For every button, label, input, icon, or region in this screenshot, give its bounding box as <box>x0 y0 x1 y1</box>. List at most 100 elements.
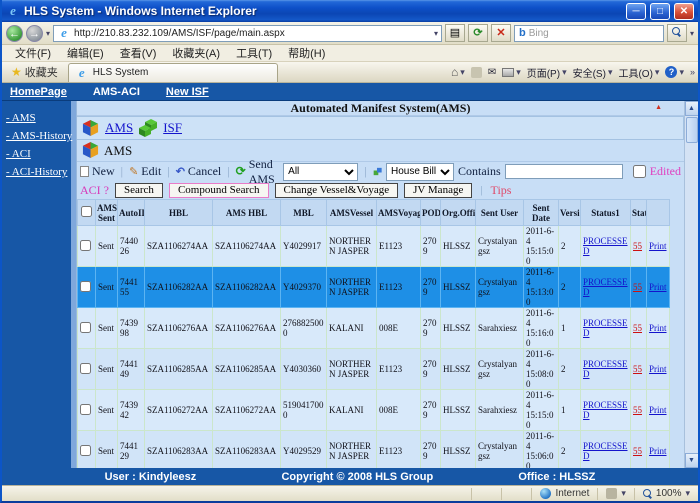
print-link[interactable]: Print <box>649 405 667 415</box>
row-checkbox[interactable] <box>80 363 91 374</box>
table-row[interactable]: Sent744026SZA1106274AASZA1106274AAY40299… <box>78 226 670 267</box>
nav-item-new-isf[interactable]: New ISF <box>166 86 209 98</box>
zoom-control[interactable]: 100% ▾ <box>634 488 698 500</box>
sidebar-item--ams-history[interactable]: - AMS-History <box>2 127 71 145</box>
status2-link[interactable]: 55 <box>633 323 642 333</box>
row-checkbox[interactable] <box>80 322 91 333</box>
tools-menu-button[interactable]: 工具(O)▾ <box>618 65 659 80</box>
sidebar-item--ams[interactable]: - AMS <box>2 109 71 127</box>
sidebar-item--aci[interactable]: - ACI <box>2 145 71 163</box>
row-checkbox[interactable] <box>80 240 91 251</box>
menu-item[interactable]: 工具(T) <box>229 44 279 62</box>
mail-button[interactable]: ✉ <box>488 67 496 78</box>
row-checkbox[interactable] <box>80 445 91 456</box>
menu-item[interactable]: 查看(V) <box>113 44 164 62</box>
change-vessel-button[interactable]: Change Vessel&Voyage <box>275 183 399 198</box>
table-row[interactable]: Sent743998SZA1106276AASZA1106276AA276882… <box>78 308 670 349</box>
menu-item[interactable]: 编辑(E) <box>60 44 111 62</box>
aci-label[interactable]: ACI ? <box>80 183 109 198</box>
table-row[interactable]: Sent744149SZA1106285AASZA1106285AAY40303… <box>78 349 670 390</box>
row-checkbox[interactable] <box>80 281 91 292</box>
column-header: HBL <box>145 200 213 226</box>
cell-hbl: SZA1106276AA <box>145 308 213 349</box>
overflow-chevron-icon[interactable]: » <box>690 67 695 77</box>
nav-item-homepage[interactable]: HomePage <box>10 86 67 98</box>
status2-link[interactable]: 55 <box>633 364 642 374</box>
url-dropdown-icon[interactable]: ▾ <box>434 29 438 38</box>
sidebar-item--aci-history[interactable]: - ACI-History <box>2 163 71 181</box>
search-input[interactable]: b Bing <box>514 25 664 42</box>
new-button[interactable]: New <box>80 164 115 179</box>
main-panel: Automated Manifest System(AMS) ▲ AMS <box>76 101 684 468</box>
stop-button[interactable]: ✕ <box>491 24 511 42</box>
tips-label[interactable]: Tips <box>491 183 512 198</box>
status1-link[interactable]: PROCESSED <box>583 236 628 256</box>
status1-link[interactable]: PROCESSED <box>583 318 628 338</box>
print-link[interactable]: Print <box>649 282 667 292</box>
internet-globe-icon <box>540 488 551 499</box>
status1-link[interactable]: PROCESSED <box>583 400 628 420</box>
status2-link[interactable]: 55 <box>633 405 642 415</box>
help-button[interactable]: ?▾ <box>665 66 684 78</box>
compound-search-button[interactable]: Compound Search <box>169 183 269 198</box>
nav-item-ams-aci[interactable]: AMS-ACI <box>93 86 140 98</box>
status2-link[interactable]: 55 <box>633 446 642 456</box>
status1-link[interactable]: PROCESSED <box>583 359 628 379</box>
table-row[interactable]: Sent744129SZA1106283AASZA1106283AAY40295… <box>78 431 670 469</box>
home-button[interactable]: ⌂▾ <box>451 65 465 79</box>
status2-link[interactable]: 55 <box>633 241 642 251</box>
history-dropdown-icon[interactable]: ▾ <box>46 29 50 38</box>
scroll-down-icon[interactable]: ▼ <box>685 453 699 468</box>
edit-button[interactable]: ✎Edit <box>129 164 161 179</box>
safety-menu-button[interactable]: 安全(S)▾ <box>573 65 613 80</box>
url-field[interactable]: e http://210.83.232.109/AMS/ISF/page/mai… <box>53 25 442 42</box>
close-button[interactable]: ✕ <box>674 3 694 20</box>
cell-vessel: NORTHERN JASPER <box>327 267 377 308</box>
row-checkbox[interactable] <box>80 404 91 415</box>
status1-link[interactable]: PROCESSED <box>583 441 628 461</box>
column-header: Status1 <box>581 200 631 226</box>
scroll-up-icon[interactable]: ▲ <box>685 101 699 116</box>
print-link[interactable]: Print <box>649 241 667 251</box>
minimize-button[interactable]: ─ <box>626 3 646 20</box>
feeds-button[interactable] <box>471 67 482 78</box>
status2-link[interactable]: 55 <box>633 282 642 292</box>
print-button[interactable]: ▾ <box>502 67 521 78</box>
vertical-scrollbar[interactable]: ▲ ▼ <box>684 101 698 468</box>
maximize-button[interactable]: □ <box>650 3 670 20</box>
compatibility-button[interactable]: ▤ <box>445 24 465 42</box>
protected-mode-button[interactable]: ▾ <box>597 488 634 500</box>
page-menu-button[interactable]: 页面(P)▾ <box>527 65 567 80</box>
column-header: Org.Office <box>441 200 476 226</box>
menu-item[interactable]: 文件(F) <box>8 44 58 62</box>
search-button[interactable] <box>667 24 687 42</box>
search-grid-button[interactable]: Search <box>115 183 163 198</box>
isf-module-link[interactable]: ISF <box>163 120 182 136</box>
status1-link[interactable]: PROCESSED <box>583 277 628 297</box>
print-link[interactable]: Print <box>649 323 667 333</box>
bill-type-select[interactable]: House Bill <box>386 163 454 181</box>
cell-sent_date: 2011-6-4 15:13:00 <box>524 267 559 308</box>
search-options-icon[interactable]: ▾ <box>690 29 694 38</box>
print-link[interactable]: Print <box>649 446 667 456</box>
edited-checkbox[interactable] <box>633 165 646 178</box>
cancel-button[interactable]: ↶Cancel <box>176 164 222 179</box>
print-link[interactable]: Print <box>649 364 667 374</box>
refresh-button[interactable]: ⟳ <box>468 24 488 42</box>
menu-item[interactable]: 收藏夹(A) <box>165 44 227 62</box>
table-row[interactable]: Sent743942SZA1106272AASZA1106272AA519041… <box>78 390 670 431</box>
scrollbar-thumb[interactable] <box>686 117 698 143</box>
tab-hls-system[interactable]: e HLS System <box>68 63 278 82</box>
send-filter-select[interactable]: All <box>283 163 358 181</box>
favorites-button[interactable]: ★ 收藏夹 <box>5 63 64 81</box>
jv-manage-button[interactable]: JV Manage <box>404 183 472 198</box>
cell-org_office: HLSSZ <box>441 390 476 431</box>
contains-input[interactable] <box>505 164 623 179</box>
tab-bar: ★ 收藏夹 e HLS System ⌂▾ ✉ ▾ 页面(P)▾ 安全(S)▾ … <box>2 62 698 83</box>
forward-button[interactable]: → <box>26 25 43 42</box>
back-button[interactable]: ← <box>6 25 23 42</box>
select-all-checkbox[interactable] <box>81 206 92 217</box>
ams-module-link[interactable]: AMS <box>105 120 133 136</box>
table-row[interactable]: Sent744155SZA1106282AASZA1106282AAY40293… <box>78 267 670 308</box>
menu-item[interactable]: 帮助(H) <box>281 44 332 62</box>
